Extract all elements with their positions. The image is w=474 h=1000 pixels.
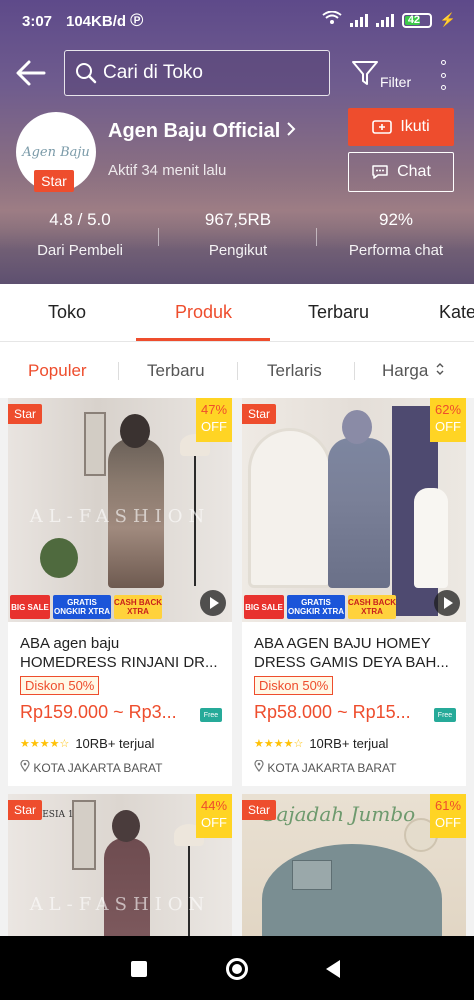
promo-strip: BIG SALE GRATIS ONGKIR XTRA CASH BACK XT…: [8, 592, 232, 622]
discount-tag: 47% OFF: [196, 398, 232, 442]
status-speed: 104KB/d: [66, 13, 127, 30]
location-pin-icon: [20, 759, 30, 773]
chat-button[interactable]: Chat: [348, 152, 454, 192]
product-image[interactable]: FLESIA 1 AL-FASHION Star 44% OFF: [8, 794, 232, 936]
follow-label: Ikuti: [400, 118, 430, 135]
follow-button[interactable]: Ikuti: [348, 108, 454, 146]
sort-populer[interactable]: Populer: [28, 361, 87, 381]
stat-rating: 4.8 / 5.0 Dari Pembeli: [37, 210, 123, 259]
back-icon[interactable]: [14, 58, 50, 92]
star-badge: Star: [8, 404, 43, 424]
system-nav-bar: [0, 936, 474, 1000]
free-shipping-icon: Free: [200, 708, 222, 722]
recent-apps-icon[interactable]: [131, 961, 147, 977]
discount-tag: 61% OFF: [430, 794, 466, 838]
charging-icon: ⚡: [439, 12, 456, 27]
battery-icon: 42: [401, 12, 432, 28]
product-price: Rp58.000 ~ Rp15...: [254, 702, 411, 722]
tab-produk[interactable]: Produk: [175, 302, 232, 323]
product-price: Rp159.000 ~ Rp3...: [20, 702, 177, 722]
product-location: KOTA JAKARTA BARAT: [20, 759, 163, 775]
system-back-icon[interactable]: [326, 960, 340, 978]
search-icon: [76, 63, 97, 84]
shop-logo-text: Agen Baju: [22, 144, 90, 160]
star-badge: Star: [242, 800, 277, 820]
chevron-right-icon: [286, 120, 296, 143]
product-watermark: AL-FASHION: [29, 894, 211, 915]
product-image[interactable]: Star 62% OFF BIG SALE GRATIS ONGKIR XTRA…: [242, 398, 466, 622]
sold-count: 10RB+ terjual: [75, 736, 155, 751]
promo-gratis-ongkir: GRATIS ONGKIR XTRA: [53, 595, 111, 619]
tab-kategori[interactable]: Kate: [439, 302, 474, 323]
discount-tag: 62% OFF: [430, 398, 466, 442]
product-card[interactable]: Star 62% OFF BIG SALE GRATIS ONGKIR XTRA…: [242, 398, 466, 786]
product-card[interactable]: FLESIA 1 AL-FASHION Star 44% OFF: [8, 794, 232, 936]
shop-header: 3:07 104KB/d ℗ 42 ⚡ Cari di Toko Filter …: [0, 0, 474, 284]
promo-strip: BIG SALE GRATIS ONGKIR XTRA CASH BACK XT…: [242, 592, 466, 622]
sort-arrows-icon: [436, 363, 444, 375]
promo-cashback: CASH BACK XTRA: [114, 595, 162, 619]
home-icon[interactable]: [226, 958, 248, 980]
discount-tag: 44% OFF: [196, 794, 232, 838]
sort-harga[interactable]: Harga: [382, 361, 445, 381]
active-status: Aktif 34 menit lalu: [108, 162, 227, 179]
status-bar: 3:07 104KB/d ℗ 42 ⚡: [0, 0, 474, 44]
filter-icon: [352, 61, 378, 85]
rating-stars-icon: ★★★★☆: [254, 738, 304, 750]
promo-big-sale: BIG SALE: [244, 595, 284, 619]
stat-followers: 967,5RB Pengikut: [204, 210, 272, 259]
search-placeholder: Cari di Toko: [103, 62, 203, 83]
product-location: KOTA JAKARTA BARAT: [254, 759, 397, 775]
product-watermark: AL-FASHION: [29, 506, 211, 527]
location-pin-icon: [254, 759, 264, 773]
product-rating: ★★★★☆ 10RB+ terjual: [254, 736, 388, 751]
free-shipping-icon: Free: [434, 708, 456, 722]
product-image[interactable]: Sajadah Jumbo Star 61% OFF: [242, 794, 466, 936]
product-name: ABA AGEN BAJU HOMEY DRESS GAMIS DEYA BAH…: [254, 635, 449, 671]
more-icon[interactable]: [436, 60, 450, 90]
promo-big-sale: BIG SALE: [10, 595, 50, 619]
product-image[interactable]: AL-FASHION Star 47% OFF BIG SALE GRATIS …: [8, 398, 232, 622]
paypal-icon: ℗: [130, 10, 144, 30]
filter-button[interactable]: Filter: [350, 58, 414, 92]
chat-label: Chat: [397, 163, 431, 180]
star-badge: Star: [242, 404, 277, 424]
tab-toko[interactable]: Toko: [48, 302, 86, 323]
search-input[interactable]: Cari di Toko: [64, 50, 330, 96]
sort-bar: Populer Terbaru Terlaris Harga: [0, 342, 474, 398]
tab-terbaru[interactable]: Terbaru: [308, 302, 369, 323]
star-badge: Star: [34, 170, 74, 192]
product-watermark: Sajadah Jumbo: [262, 802, 416, 826]
sold-count: 10RB+ terjual: [309, 736, 389, 751]
chat-icon: [372, 165, 388, 179]
rating-stars-icon: ★★★★☆: [20, 738, 70, 750]
shop-stats: 4.8 / 5.0 Dari Pembeli 967,5RB Pengikut …: [0, 210, 474, 270]
promo-cashback: CASH BACK XTRA: [348, 595, 396, 619]
play-video-icon[interactable]: [200, 590, 226, 616]
wifi-icon: [322, 10, 342, 29]
shop-name[interactable]: Agen Baju Official: [108, 120, 296, 143]
star-badge: Star: [8, 800, 43, 820]
sort-terbaru[interactable]: Terbaru: [147, 361, 205, 381]
product-card[interactable]: Sajadah Jumbo Star 61% OFF: [242, 794, 466, 936]
signal-icon: [349, 13, 368, 27]
discount-label: Diskon 50%: [254, 676, 334, 695]
product-name: ABA agen baju HOMEDRESS RINJANI DR...: [20, 635, 218, 671]
product-card[interactable]: AL-FASHION Star 47% OFF BIG SALE GRATIS …: [8, 398, 232, 786]
status-time: 3:07: [22, 13, 53, 30]
promo-gratis-ongkir: GRATIS ONGKIR XTRA: [287, 595, 345, 619]
sort-terlaris[interactable]: Terlaris: [267, 361, 322, 381]
shop-tabs: Toko Produk Terbaru Kate: [0, 284, 474, 342]
discount-label: Diskon 50%: [20, 676, 100, 695]
product-rating: ★★★★☆ 10RB+ terjual: [20, 736, 154, 751]
filter-label: Filter: [380, 74, 412, 90]
tab-active-indicator: [136, 338, 270, 341]
follow-icon: [372, 120, 393, 134]
signal-icon-2: [375, 13, 394, 27]
stat-chat-performance: 92% Performa chat: [348, 210, 444, 259]
play-video-icon[interactable]: [434, 590, 460, 616]
